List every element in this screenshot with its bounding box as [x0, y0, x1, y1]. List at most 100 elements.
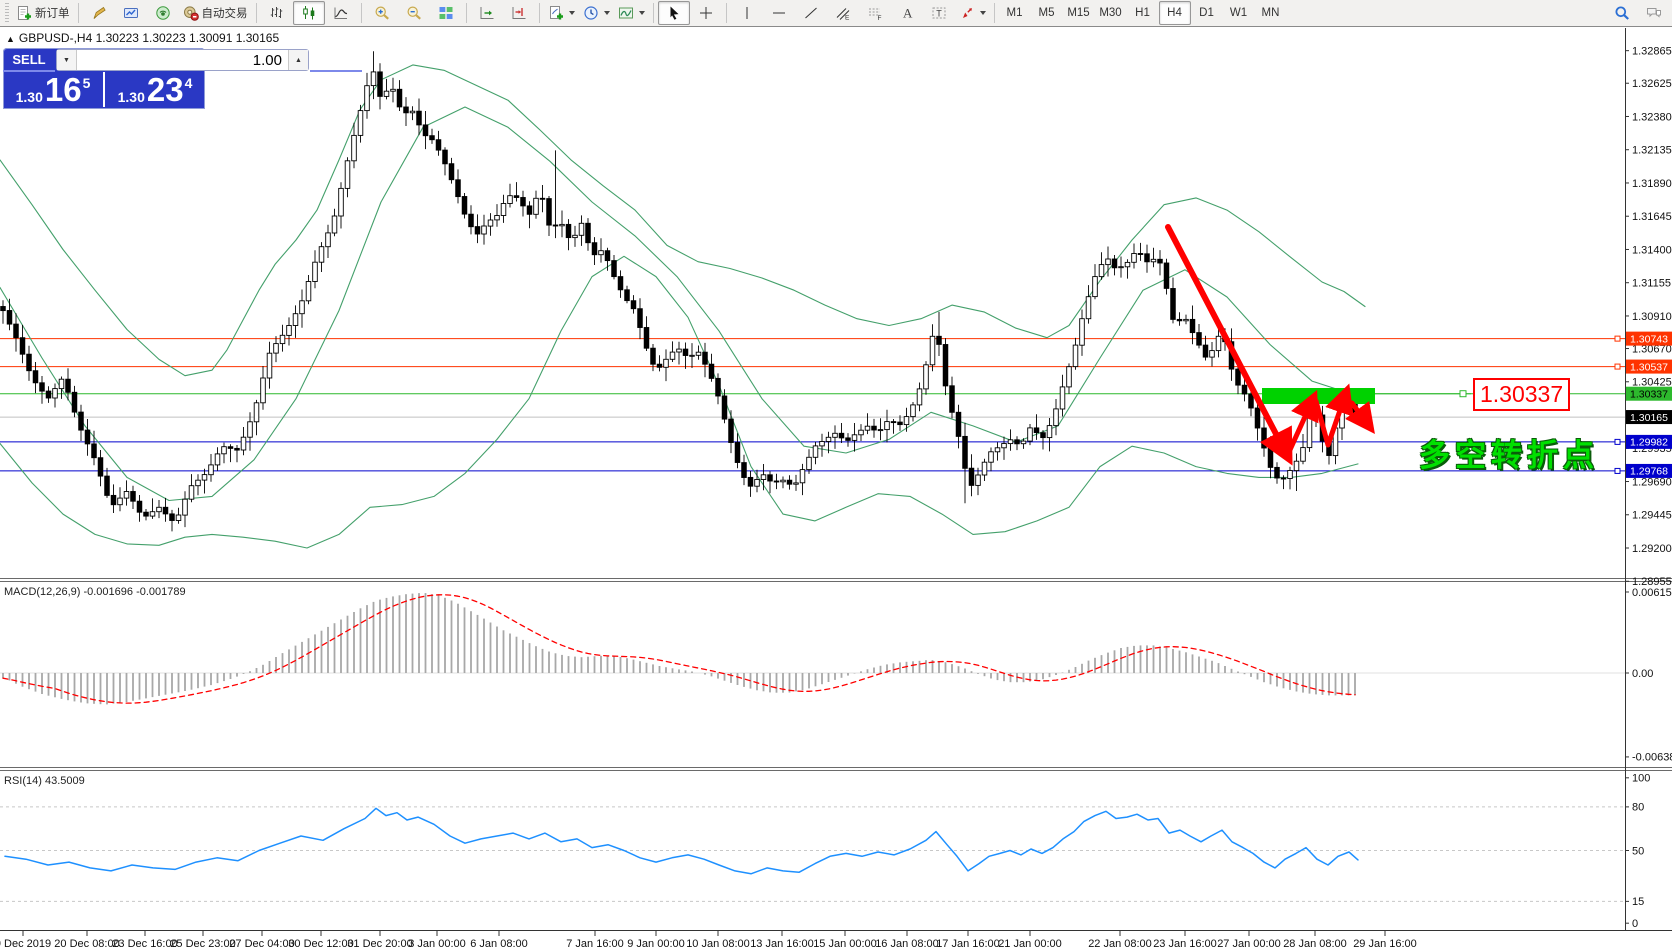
volume-input[interactable]	[77, 50, 288, 70]
bollinger-lower-band	[0, 256, 1358, 548]
new-chart-button[interactable]	[544, 1, 579, 25]
toolbar-separator	[994, 3, 995, 23]
toolbar-separator	[466, 3, 467, 23]
tf-m30-button[interactable]: M30	[1095, 1, 1127, 25]
sell-button[interactable]: SELL	[3, 48, 55, 72]
channel-button[interactable]: E	[827, 1, 859, 25]
level-line-anchor[interactable]	[1615, 364, 1620, 369]
rsi-line	[5, 808, 1358, 874]
time-axis-label: 22 Jan 08:00	[1088, 938, 1152, 950]
time-axis-label: 16 Jan 08:00	[875, 938, 939, 950]
price-axis-label: 1.31155	[1632, 278, 1671, 290]
horizontal-line-button[interactable]	[763, 1, 795, 25]
market-watch-button[interactable]	[115, 1, 147, 25]
tf-m5-button[interactable]: M5	[1031, 1, 1063, 25]
macd-histogram	[3, 593, 1355, 704]
chart-shift-button[interactable]	[503, 1, 535, 25]
macd-indicator-label: MACD(12,26,9) -0.001696 -0.001789	[4, 586, 186, 598]
line-chart-icon	[333, 5, 349, 21]
new-order-button[interactable]: 新订单	[12, 1, 74, 25]
cursor-button[interactable]	[658, 1, 690, 25]
rsi-axis-label: 80	[1632, 802, 1644, 814]
callout-anchor[interactable]	[1460, 391, 1466, 397]
svg-text:E: E	[845, 15, 850, 22]
auto-scroll-button[interactable]	[471, 1, 503, 25]
tf-h1-button-label: H1	[1135, 7, 1150, 19]
macd-axis-label: -0.00638	[1632, 752, 1672, 764]
time-axis-label: 13 Jan 16:00	[750, 938, 814, 950]
time-axis-label: 31 Dec 20:00	[347, 938, 412, 950]
chart-canvas[interactable]: 1.328651.326251.323801.321351.318901.316…	[0, 0, 1672, 951]
macd-signal-line	[3, 595, 1355, 703]
fibonacci-button[interactable]: F	[859, 1, 891, 25]
level-price-tag-text: 1.30743	[1630, 333, 1668, 345]
svg-text:F: F	[877, 15, 881, 21]
autotrading-button[interactable]: 自动交易	[179, 1, 252, 25]
level-line-anchor[interactable]	[1615, 439, 1620, 444]
tf-m1-button[interactable]: M1	[999, 1, 1031, 25]
tf-h1-button[interactable]: H1	[1127, 1, 1159, 25]
tf-mn-button[interactable]: MN	[1255, 1, 1287, 25]
search-button[interactable]	[1606, 1, 1638, 25]
toolbar-separator	[653, 3, 654, 23]
one-click-trading-panel: SELL ▼ ▲ BUY 1.30 16 5 1.30 23 4	[3, 48, 205, 109]
buy-button[interactable]: BUY	[310, 48, 362, 72]
label-button[interactable]: T	[923, 1, 955, 25]
sell-price-point: 5	[83, 76, 91, 90]
tf-h4-button[interactable]: H4	[1159, 1, 1191, 25]
arrows-button[interactable]	[955, 1, 990, 25]
metaeditor-button[interactable]	[83, 1, 115, 25]
tile-windows-button[interactable]	[430, 1, 462, 25]
time-axis-label: 17 Jan 16:00	[936, 938, 1000, 950]
new-order-icon	[16, 5, 32, 21]
downtrend-arrow[interactable]	[1168, 227, 1287, 455]
zoom-out-button[interactable]	[398, 1, 430, 25]
tf-w1-button-label: W1	[1230, 7, 1247, 19]
profiles-button[interactable]	[579, 1, 614, 25]
collapse-panel-icon[interactable]: ▲	[6, 34, 15, 44]
zoom-in-icon	[374, 5, 390, 21]
tf-d1-button[interactable]: D1	[1191, 1, 1223, 25]
time-axis-label: 29 Jan 16:00	[1353, 938, 1417, 950]
level-price-tag-text: 1.29768	[1630, 466, 1668, 478]
chat-button[interactable]	[1638, 1, 1670, 25]
time-axis-label: 27 Jan 00:00	[1217, 938, 1281, 950]
time-axis-label: 21 Jan 00:00	[998, 938, 1062, 950]
tf-mn-button-label: MN	[1262, 7, 1280, 19]
buy-price[interactable]: 1.30 23 4	[105, 72, 205, 107]
market-watch-icon	[123, 5, 139, 21]
price-callout-box[interactable]: 1.30337	[1473, 378, 1570, 411]
volume-decrease-button[interactable]: ▼	[57, 50, 77, 70]
price-axis-label: 1.32625	[1632, 78, 1672, 90]
trendline-button[interactable]	[795, 1, 827, 25]
candle-chart-button[interactable]	[293, 1, 325, 25]
bar-chart-button[interactable]	[261, 1, 293, 25]
rsi-axis-label: 50	[1632, 845, 1644, 857]
time-axis-label: 3 Jan 00:00	[408, 938, 466, 950]
sell-price-pips: 16	[45, 76, 82, 104]
turning-point-annotation[interactable]: 多空转折点	[1419, 430, 1599, 475]
fibonacci-icon: F	[867, 5, 883, 21]
volume-increase-button[interactable]: ▲	[288, 50, 308, 70]
text-button[interactable]: A	[891, 1, 923, 25]
signals-button[interactable]	[147, 1, 179, 25]
zoom-in-button[interactable]	[366, 1, 398, 25]
vertical-line-button[interactable]	[731, 1, 763, 25]
toolbar-separator	[256, 3, 257, 23]
price-axis-label: 1.31400	[1632, 244, 1672, 256]
cursor-icon	[666, 5, 682, 21]
sell-price[interactable]: 1.30 16 5	[3, 72, 105, 107]
volume-box: ▼ ▲	[56, 49, 309, 71]
tf-w1-button[interactable]: W1	[1223, 1, 1255, 25]
indicators-button[interactable]	[614, 1, 649, 25]
buy-price-point: 4	[185, 76, 193, 90]
new-chart-icon	[548, 5, 564, 21]
tf-m15-button[interactable]: M15	[1063, 1, 1095, 25]
crosshair-button[interactable]	[690, 1, 722, 25]
line-chart-button[interactable]	[325, 1, 357, 25]
channel-icon: E	[835, 5, 851, 21]
time-axis-label: 23 Dec 16:00	[112, 938, 177, 950]
tf-m5-button-label: M5	[1039, 7, 1055, 19]
level-line-anchor[interactable]	[1615, 468, 1620, 473]
level-line-anchor[interactable]	[1615, 336, 1620, 341]
